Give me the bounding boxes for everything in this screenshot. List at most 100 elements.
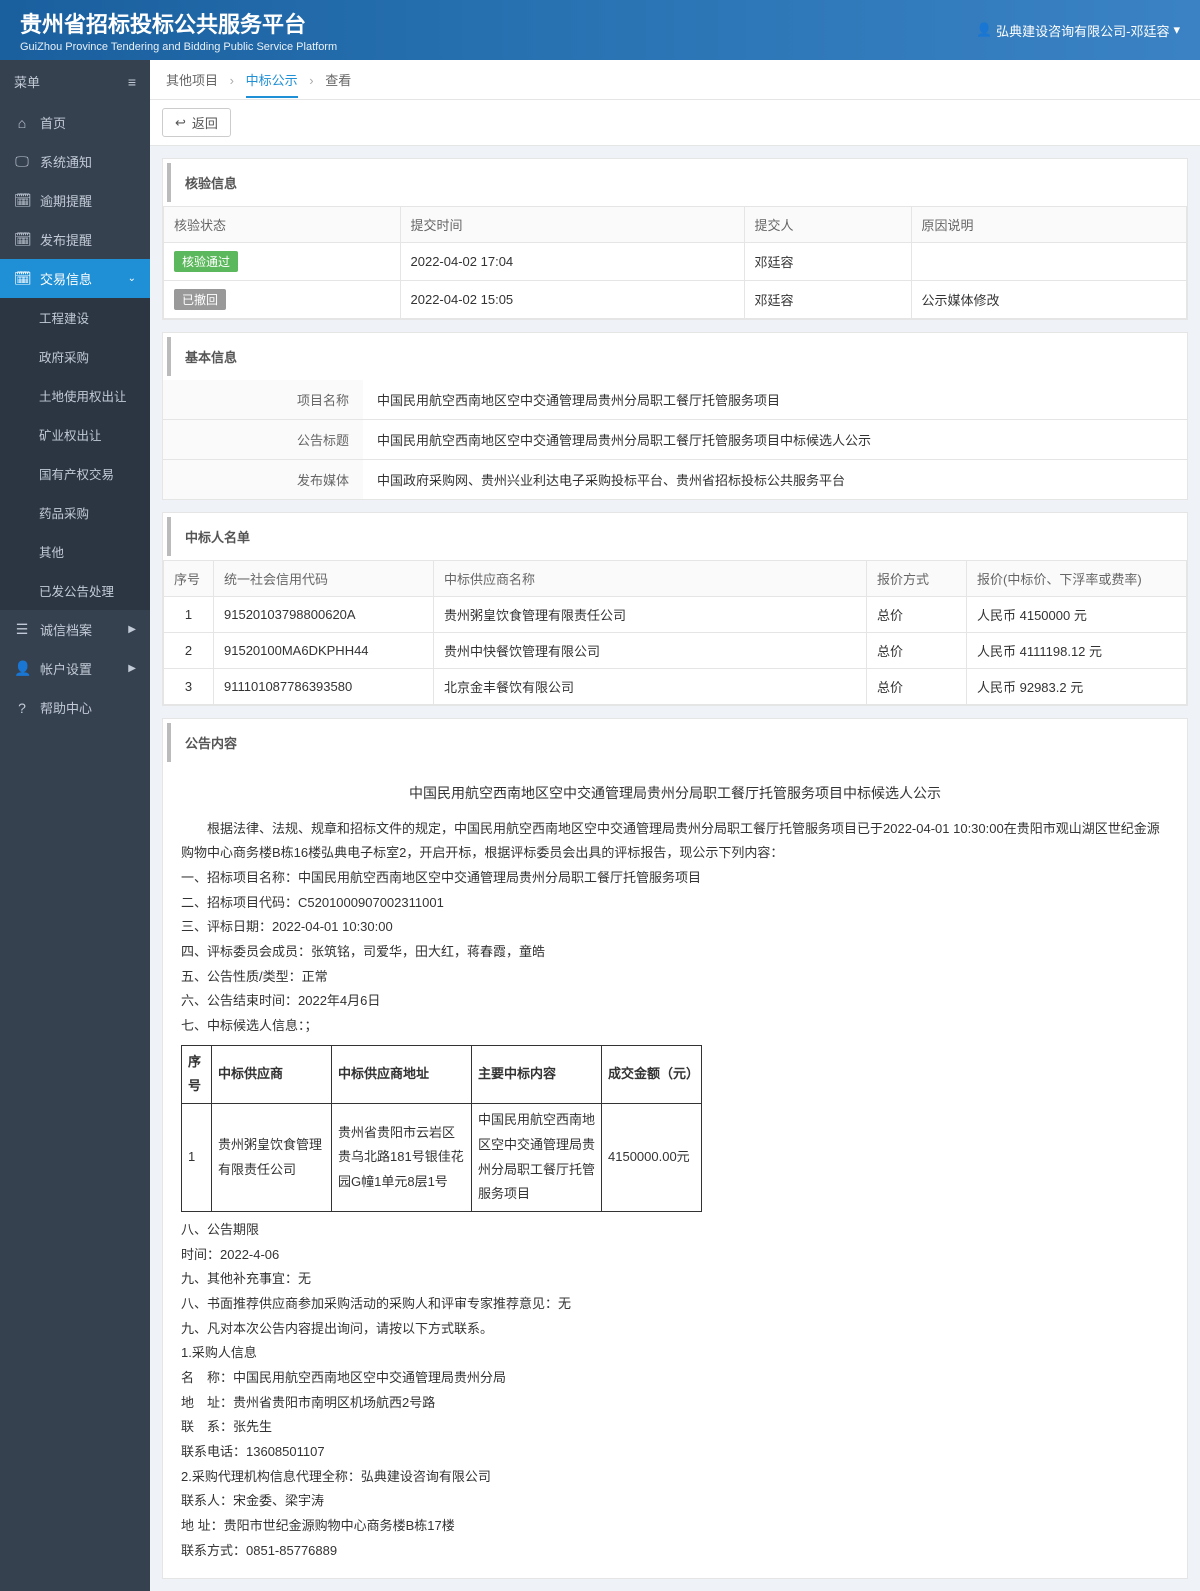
cell: 2022-04-02 17:04	[400, 243, 744, 281]
submenu-label: 国有产权交易	[39, 464, 114, 483]
announcement-panel: 公告内容 中国民用航空西南地区空中交通管理局贵州分局职工餐厅托管服务项目中标候选…	[162, 718, 1188, 1579]
menu-label: 菜单	[14, 72, 40, 91]
sidebar-subitem[interactable]: 工程建设	[0, 298, 150, 337]
sidebar-subitem[interactable]: 国有产权交易	[0, 454, 150, 493]
inner-table: 序号中标供应商中标供应商地址主要中标内容成交金额（元） 1贵州粥皇饮食管理有限责…	[181, 1045, 702, 1212]
sidebar-subitem[interactable]: 药品采购	[0, 493, 150, 532]
line: 一、招标项目名称：中国民用航空西南地区空中交通管理局贵州分局职工餐厅托管服务项目	[181, 866, 1169, 891]
col-header: 报价方式	[867, 561, 967, 597]
line: 九、凡对本次公告内容提出询问，请按以下方式联系。	[181, 1317, 1169, 1342]
menu-label: 逾期提醒	[40, 191, 92, 210]
kv-row: 项目名称中国民用航空西南地区空中交通管理局贵州分局职工餐厅托管服务项目	[163, 380, 1187, 420]
back-arrow-icon: ↩	[175, 115, 186, 131]
col-header: 中标供应商地址	[332, 1045, 472, 1103]
status-badge: 已撤回	[174, 289, 226, 310]
sidebar-item[interactable]: ?帮助中心	[0, 688, 150, 727]
main-content: 其他项目 › 中标公示 › 查看 ↩ 返回 核验信息 核验状态提交时间提交人原因…	[150, 60, 1200, 1591]
crumb-1[interactable]: 其他项目	[166, 73, 218, 88]
submenu-label: 药品采购	[39, 503, 89, 522]
menu-label: 交易信息	[40, 269, 92, 288]
user-menu[interactable]: 👤 弘典建设咨询有限公司-邓廷容 ▾	[976, 21, 1180, 40]
chevron-down-icon: ⌄	[128, 273, 136, 284]
back-label: 返回	[192, 113, 218, 132]
menu-label: 系统通知	[40, 152, 92, 171]
cell: 邓廷容	[744, 243, 911, 281]
sidebar-item[interactable]: 🖵 系统通知	[0, 142, 150, 181]
submenu-label: 已发公告处理	[39, 581, 114, 600]
bars-icon: ≡	[128, 74, 136, 90]
back-button[interactable]: ↩ 返回	[162, 108, 231, 137]
line: 五、公告性质/类型：正常	[181, 965, 1169, 990]
app-title: 贵州省招标投标公共服务平台	[20, 7, 337, 39]
header-title-block: 贵州省招标投标公共服务平台 GuiZhou Province Tendering…	[20, 7, 337, 53]
app-header: 贵州省招标投标公共服务平台 GuiZhou Province Tendering…	[0, 0, 1200, 60]
cell: 贵州粥皇饮食管理有限责任公司	[434, 597, 867, 633]
col-header: 提交人	[744, 207, 911, 243]
line: 联系电话：13608501107	[181, 1440, 1169, 1465]
cell: 总价	[867, 669, 967, 705]
announcement-title: 公告内容	[167, 723, 1183, 762]
kv-value: 中国政府采购网、贵州兴业利达电子采购投标平台、贵州省招标投标公共服务平台	[363, 460, 1187, 499]
menu-label: 帐户设置	[40, 659, 92, 678]
crumb-sep: ›	[309, 73, 313, 88]
table-row: 已撤回2022-04-02 15:05邓廷容公示媒体修改	[164, 281, 1187, 319]
line: 二、招标项目代码：C5201000907002311001	[181, 891, 1169, 916]
menu-label: 帮助中心	[40, 698, 92, 717]
kv-value: 中国民用航空西南地区空中交通管理局贵州分局职工餐厅托管服务项目	[363, 380, 1187, 419]
line: 1.采购人信息	[181, 1341, 1169, 1366]
menu-icon: 🖵	[14, 153, 30, 170]
line: 七、中标候选人信息：；	[181, 1014, 1169, 1039]
menu-label: 首页	[40, 113, 66, 132]
cell: 总价	[867, 597, 967, 633]
sidebar-item[interactable]: 👤帐户设置▶	[0, 649, 150, 688]
sidebar-subitem[interactable]: 其他	[0, 532, 150, 571]
sidebar-subitem[interactable]: 土地使用权出让	[0, 376, 150, 415]
line: 四、评标委员会成员：张筑铭，司爱华，田大红，蒋春霞，童皓	[181, 940, 1169, 965]
menu-icon: 🗓	[14, 231, 30, 248]
col-header: 序号	[164, 561, 214, 597]
status-badge: 核验通过	[174, 251, 238, 272]
line: 三、评标日期：2022-04-01 10:30:00	[181, 915, 1169, 940]
submenu-label: 工程建设	[39, 308, 89, 327]
line: 地 址：贵阳市世纪金源购物中心商务楼B栋17楼	[181, 1514, 1169, 1539]
basic-title: 基本信息	[167, 337, 1183, 376]
crumb-2[interactable]: 中标公示	[246, 73, 298, 98]
submenu-label: 土地使用权出让	[39, 386, 127, 405]
user-label: 弘典建设咨询有限公司-邓廷容	[996, 21, 1169, 40]
line: 八、书面推荐供应商参加采购活动的采购人和评审专家推荐意见：无	[181, 1292, 1169, 1317]
col-header: 提交时间	[400, 207, 744, 243]
cell: 北京金丰餐饮有限公司	[434, 669, 867, 705]
cell: 911101087786393580	[214, 669, 434, 705]
sidebar-item[interactable]: 🗓逾期提醒	[0, 181, 150, 220]
sidebar-item[interactable]: ☰诚信档案▶	[0, 610, 150, 649]
menu-icon: 👤	[14, 660, 30, 677]
menu-icon: 🗓	[14, 270, 30, 287]
cell: 91520100MA6DKPHH44	[214, 633, 434, 669]
col-header: 成交金额（元）	[602, 1045, 702, 1103]
submenu-label: 矿业权出让	[39, 425, 102, 444]
line: 六、公告结束时间：2022年4月6日	[181, 989, 1169, 1014]
cell: 人民币 4150000 元	[967, 597, 1187, 633]
line: 联系方式：0851-85776889	[181, 1539, 1169, 1564]
cell: 人民币 4111198.12 元	[967, 633, 1187, 669]
verify-title: 核验信息	[167, 163, 1183, 202]
user-icon: 👤	[976, 22, 992, 38]
para-intro: 根据法律、法规、规章和招标文件的规定，中国民用航空西南地区空中交通管理局贵州分局…	[181, 817, 1169, 866]
sidebar-subitem[interactable]: 政府采购	[0, 337, 150, 376]
sidebar-subitem[interactable]: 已发公告处理	[0, 571, 150, 610]
sidebar-subitem[interactable]: 矿业权出让	[0, 415, 150, 454]
sidebar-item[interactable]: ⌂ 首页	[0, 103, 150, 142]
line: 联 系：张先生	[181, 1415, 1169, 1440]
sidebar-item[interactable]: 🗓 交易信息 ⌄	[0, 259, 150, 298]
chevron-right-icon: ▶	[128, 624, 136, 635]
sidebar-toggle[interactable]: 菜单 ≡	[0, 60, 150, 103]
submenu-label: 其他	[39, 542, 64, 561]
crumb-sep: ›	[230, 73, 234, 88]
cell: 贵州中快餐饮管理有限公司	[434, 633, 867, 669]
kv-label: 公告标题	[163, 420, 363, 459]
sidebar-item[interactable]: 🗓发布提醒	[0, 220, 150, 259]
verify-panel: 核验信息 核验状态提交时间提交人原因说明 核验通过2022-04-02 17:0…	[162, 158, 1188, 320]
submenu-label: 政府采购	[39, 347, 89, 366]
announcement-body: 中国民用航空西南地区空中交通管理局贵州分局职工餐厅托管服务项目中标候选人公示 根…	[163, 766, 1187, 1578]
menu-icon: ⌂	[14, 115, 30, 131]
